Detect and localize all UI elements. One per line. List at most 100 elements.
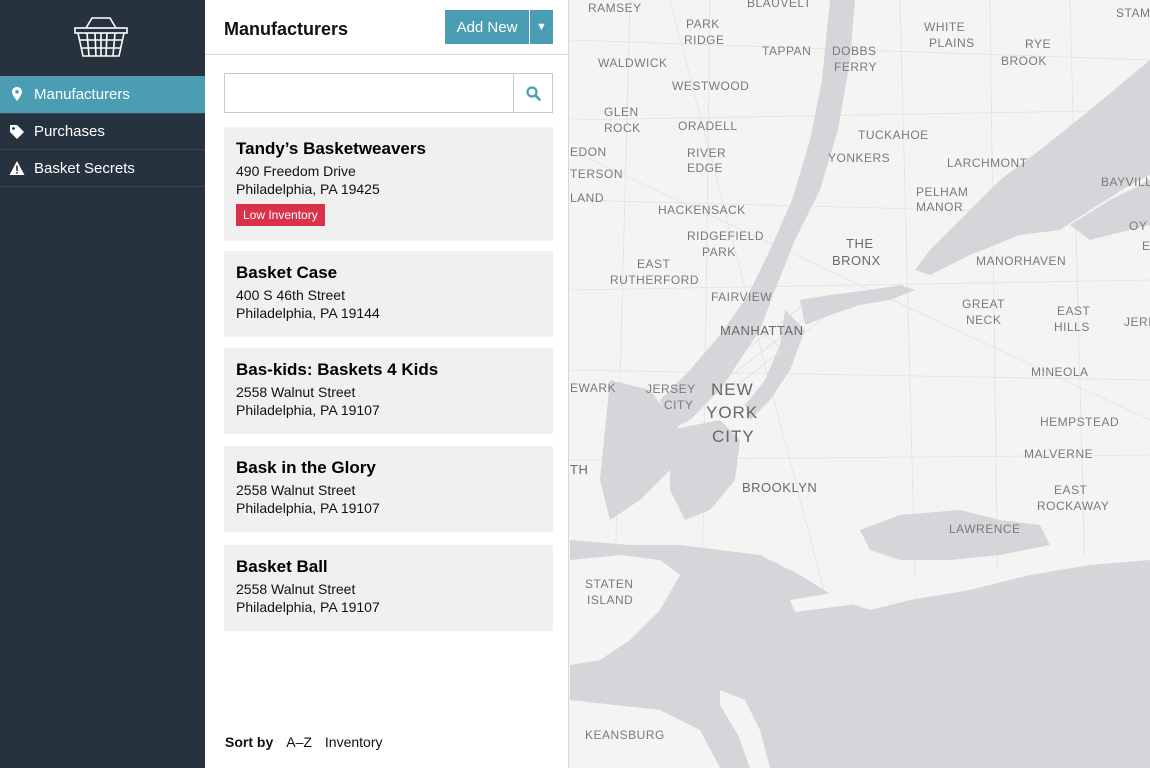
map-label: CITY <box>712 427 755 446</box>
map-label: WALDWICK <box>598 56 668 70</box>
map-label: TH <box>570 462 589 477</box>
map-label: EAST <box>637 257 671 271</box>
map-label: WHITE <box>924 20 966 34</box>
list-item[interactable]: Bask in the Glory 2558 Walnut Street Phi… <box>224 446 553 532</box>
map-label: PARK <box>702 245 736 259</box>
map-label: EDON <box>570 145 607 159</box>
map-label: BRONX <box>832 253 881 268</box>
sidebar-item-label: Purchases <box>34 123 105 140</box>
list-item[interactable]: Tandy’s Basketweavers 490 Freedom Drive … <box>224 127 553 241</box>
map-label: ORADELL <box>678 119 738 133</box>
map-label: MINEOLA <box>1031 365 1089 379</box>
map-label: BLAUVELT <box>747 0 812 10</box>
search-icon[interactable] <box>513 73 553 113</box>
manufacturer-street: 2558 Walnut Street <box>236 482 356 498</box>
manufacturer-street: 2558 Walnut Street <box>236 581 356 597</box>
map-label: HACKENSACK <box>658 203 746 217</box>
sidebar-item-manufacturers[interactable]: Manufacturers <box>0 76 211 113</box>
map-label: RUTHERFORD <box>610 273 699 287</box>
manufacturer-name: Basket Case <box>236 263 338 282</box>
map-label: ROCKAWAY <box>1037 499 1110 513</box>
status-badge: Low Inventory <box>236 204 325 226</box>
map-label: BROOK <box>1001 54 1047 68</box>
map-label: JERSEY <box>646 382 696 396</box>
manufacturer-city: Philadelphia, PA 19107 <box>236 500 380 516</box>
list-item[interactable]: Basket Ball 2558 Walnut Street Philadelp… <box>224 545 553 631</box>
list-item[interactable]: Basket Case 400 S 46th Street Philadelph… <box>224 251 553 337</box>
map-label: TAPPAN <box>762 44 812 58</box>
map-label: EWARK <box>570 381 617 395</box>
map-label: ROCK <box>604 121 641 135</box>
manufacturers-panel: Manufacturers Add New ▼ Tandy’s Basketwe… <box>205 0 569 768</box>
map-label: FERRY <box>834 60 877 74</box>
caret-down-icon[interactable]: ▼ <box>530 10 553 44</box>
map-label: GLEN <box>604 105 639 119</box>
map-label: EAST <box>1054 483 1088 497</box>
sidebar-item-purchases[interactable]: Purchases <box>0 113 205 150</box>
map-label: ISLAND <box>587 593 634 607</box>
map-label: YORK <box>706 403 759 422</box>
map-label: DOBBS <box>832 44 877 58</box>
warning-icon <box>9 160 25 176</box>
map-label: MANHATTAN <box>720 323 804 338</box>
manufacturer-street: 490 Freedom Drive <box>236 163 356 179</box>
sort-label: Sort by <box>225 734 274 750</box>
map-label: PELHAM <box>916 185 969 199</box>
map-label: NECK <box>966 313 1002 327</box>
map-label: HEMPSTEAD <box>1040 415 1120 429</box>
map-label: BAYVILL <box>1101 175 1150 189</box>
map-label: EDGE <box>687 161 724 175</box>
search-input[interactable] <box>224 73 514 113</box>
page-title: Manufacturers <box>224 19 349 39</box>
tag-icon <box>9 124 25 140</box>
add-new-button[interactable]: Add New <box>445 10 529 44</box>
map-label: KEANSBURG <box>585 728 665 742</box>
map-label: STATEN <box>585 577 634 591</box>
map-label: HILLS <box>1054 320 1090 334</box>
map-label: WESTWOOD <box>672 79 750 93</box>
map-label: LAWRENCE <box>949 522 1021 536</box>
map-label: MANOR <box>916 200 964 214</box>
sidebar: Manufacturers Purchases Basket Secrets <box>0 0 211 768</box>
sort-option-az[interactable]: A–Z <box>286 734 312 750</box>
sidebar-item-label: Manufacturers <box>34 85 130 103</box>
map-pin-icon <box>9 86 25 102</box>
map-label: LAND <box>570 191 605 205</box>
map-label: STAM <box>1116 6 1150 20</box>
map-label: RIVER <box>687 146 727 160</box>
map-label: E <box>1142 239 1150 253</box>
basket-icon[interactable] <box>74 16 128 58</box>
map-label: FAIRVIEW <box>711 290 773 304</box>
list-item[interactable]: Bas-kids: Baskets 4 Kids 2558 Walnut Str… <box>224 348 553 434</box>
manufacturer-city: Philadelphia, PA 19107 <box>236 402 380 418</box>
map-label: PLAINS <box>929 36 975 50</box>
map-label: RYE <box>1025 37 1051 51</box>
map-label: EAST <box>1057 304 1091 318</box>
map-label: RAMSEY <box>588 1 642 15</box>
map-label: MANORHAVEN <box>976 254 1067 268</box>
sidebar-item-label: Basket Secrets <box>34 159 135 177</box>
map-label: OY <box>1129 219 1148 233</box>
manufacturer-name: Bask in the Glory <box>236 458 376 477</box>
manufacturer-street: 2558 Walnut Street <box>236 384 356 400</box>
manufacturer-city: Philadelphia, PA 19144 <box>236 305 380 321</box>
map-label: BROOKLYN <box>742 480 818 495</box>
map-label: MALVERNE <box>1024 447 1094 461</box>
map-label: RIDGE <box>684 33 725 47</box>
map-label: NEW <box>711 380 754 399</box>
map-label: TERSON <box>570 167 624 181</box>
map-label: RIDGEFIELD <box>687 229 765 243</box>
sort-option-inventory[interactable]: Inventory <box>325 734 383 750</box>
map[interactable]: RAMSEY BLAUVELT STAM PARK RIDGE TAPPAN D… <box>570 0 1150 768</box>
map-label: LARCHMONT <box>947 156 1028 170</box>
manufacturer-name: Bas-kids: Baskets 4 Kids <box>236 360 439 379</box>
sidebar-item-basket-secrets[interactable]: Basket Secrets <box>0 150 205 187</box>
map-label: CITY <box>664 398 694 412</box>
manufacturer-name: Tandy’s Basketweavers <box>236 139 426 158</box>
sort-bar: Sort by A–Z Inventory <box>225 734 383 750</box>
panel-header: Manufacturers Add New ▼ <box>205 0 569 55</box>
map-label: THE <box>846 236 874 251</box>
manufacturer-city: Philadelphia, PA 19425 <box>236 181 380 197</box>
map-label: JERIC <box>1124 315 1150 329</box>
manufacturer-name: Basket Ball <box>236 557 328 576</box>
